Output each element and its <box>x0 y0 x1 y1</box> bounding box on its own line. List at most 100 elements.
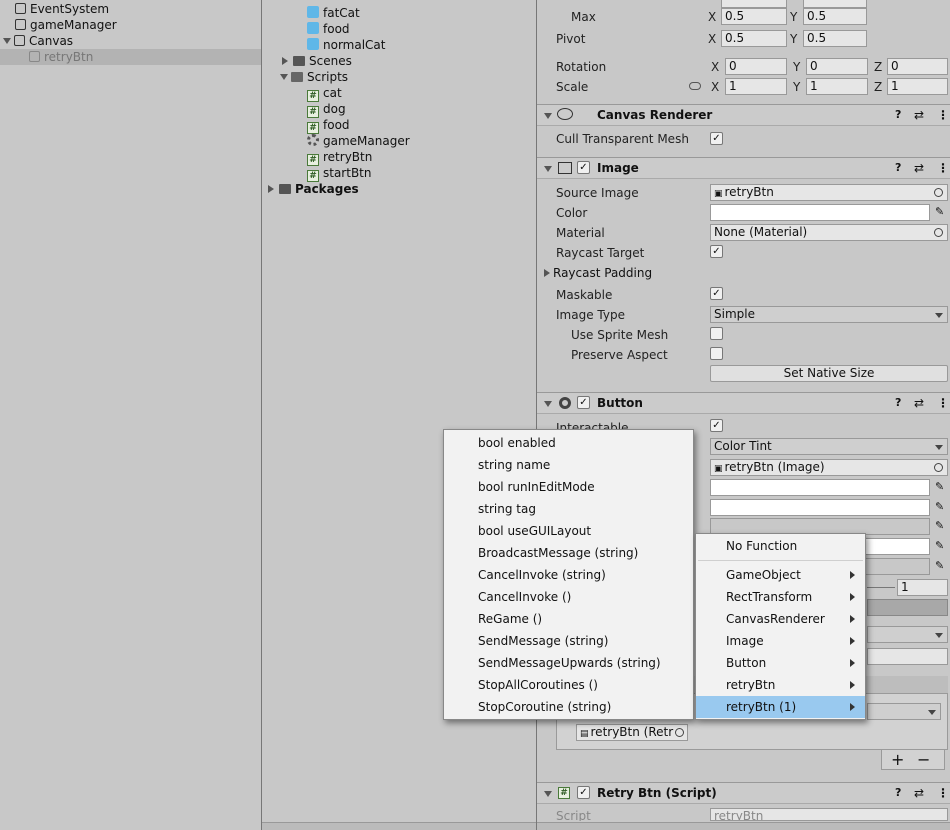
hierarchy-item-eventsystem[interactable]: EventSystem <box>0 1 261 17</box>
raycast-target-checkbox[interactable]: ✓ <box>710 245 723 258</box>
multiplier-slider[interactable] <box>867 587 895 588</box>
more-icon[interactable]: ⋮ <box>937 393 949 413</box>
scale-x-field[interactable]: 1 <box>725 78 787 95</box>
function-dropdown[interactable] <box>867 703 941 720</box>
expand-arrow-icon[interactable] <box>268 185 274 193</box>
method-item-string-name[interactable]: string name <box>478 454 550 476</box>
project-item-dog[interactable]: # dog <box>307 101 346 118</box>
rotation-z-field[interactable]: 0 <box>887 58 948 75</box>
preset-icon[interactable]: ⇄ <box>914 105 924 125</box>
source-image-field[interactable]: ▣ retryBtn <box>710 184 948 201</box>
pivot-x-field[interactable]: 0.5 <box>721 30 787 47</box>
method-item-stop-all-coroutines[interactable]: StopAllCoroutines () <box>478 674 598 696</box>
canvas-renderer-header[interactable]: Canvas Renderer ? ⇄ ⋮ <box>537 104 950 126</box>
rotation-y-field[interactable]: 0 <box>806 58 868 75</box>
function-item-retrybtn-1[interactable]: retryBtn (1) <box>696 696 865 718</box>
object-picker-icon[interactable] <box>934 188 943 197</box>
remove-listener-button[interactable]: − <box>917 751 930 769</box>
project-folder-scenes[interactable]: Scenes <box>282 53 352 69</box>
image-header[interactable]: ✓ Image ? ⇄ ⋮ <box>537 157 950 179</box>
method-item-regame[interactable]: ReGame () <box>478 608 542 630</box>
function-item-image[interactable]: Image <box>696 630 865 652</box>
onclick-object-field[interactable]: ▤ retryBtn (Retr <box>576 724 688 741</box>
project-item-normalcat[interactable]: normalCat <box>307 37 385 53</box>
project-item-startbtn[interactable]: # startBtn <box>307 165 372 182</box>
material-field[interactable]: None (Material) <box>710 224 948 241</box>
set-native-size-button[interactable]: Set Native Size <box>710 365 948 382</box>
hierarchy-item-canvas[interactable]: Canvas <box>0 33 261 49</box>
help-icon[interactable]: ? <box>895 158 901 178</box>
project-folder-packages[interactable]: Packages <box>268 181 359 197</box>
pivot-y-field[interactable]: 0.5 <box>803 30 867 47</box>
expand-arrow-icon[interactable] <box>280 74 288 80</box>
hierarchy-item-retrybtn[interactable]: retryBtn <box>0 49 261 65</box>
project-item-fatcat[interactable]: fatCat <box>307 5 360 21</box>
min-y-field[interactable] <box>803 0 867 8</box>
collapse-arrow-icon[interactable] <box>544 401 552 407</box>
rotation-x-field[interactable]: 0 <box>725 58 787 75</box>
project-item-gamemanager[interactable]: gameManager <box>307 133 410 149</box>
function-item-retrybtn[interactable]: retryBtn <box>696 674 865 696</box>
script-enabled-checkbox[interactable]: ✓ <box>577 786 590 799</box>
color-swatch[interactable] <box>710 204 930 221</box>
method-item-stop-coroutine[interactable]: StopCoroutine (string) <box>478 696 611 718</box>
image-type-dropdown[interactable]: Simple <box>710 306 948 323</box>
function-item-button[interactable]: Button <box>696 652 865 674</box>
constrain-link-icon[interactable] <box>689 82 701 90</box>
highlighted-color-swatch[interactable] <box>710 499 930 516</box>
preserve-aspect-checkbox[interactable] <box>710 347 723 360</box>
function-item-gameobject[interactable]: GameObject <box>696 564 865 586</box>
retry-script-header[interactable]: # ✓ Retry Btn (Script) ? ⇄ ⋮ <box>537 782 950 804</box>
method-item-string-tag[interactable]: string tag <box>478 498 536 520</box>
hierarchy-item-gamemanager[interactable]: gameManager <box>0 17 261 33</box>
help-icon[interactable]: ? <box>895 105 901 125</box>
help-icon[interactable]: ? <box>895 783 901 803</box>
normal-color-swatch[interactable] <box>710 479 930 496</box>
scale-z-field[interactable]: 1 <box>887 78 948 95</box>
more-icon[interactable]: ⋮ <box>937 105 949 125</box>
project-item-food-script[interactable]: # food <box>307 117 350 134</box>
eyedropper-icon[interactable]: ✎ <box>935 205 944 218</box>
preset-icon[interactable]: ⇄ <box>914 158 924 178</box>
collapse-arrow-icon[interactable] <box>544 791 552 797</box>
max-x-field[interactable]: 0.5 <box>721 8 787 25</box>
method-item-broadcast-message[interactable]: BroadcastMessage (string) <box>478 542 638 564</box>
button-component-header[interactable]: ✓ Button ? ⇄ ⋮ <box>537 392 950 414</box>
eyedropper-icon[interactable]: ✎ <box>935 480 944 493</box>
cull-checkbox[interactable]: ✓ <box>710 132 723 145</box>
method-item-send-message[interactable]: SendMessage (string) <box>478 630 608 652</box>
interactable-checkbox[interactable]: ✓ <box>710 419 723 432</box>
more-icon[interactable]: ⋮ <box>937 783 949 803</box>
multiplier-field[interactable]: 1 <box>897 579 948 596</box>
function-item-canvasrenderer[interactable]: CanvasRenderer <box>696 608 865 630</box>
method-item-cancel-invoke-string[interactable]: CancelInvoke (string) <box>478 564 606 586</box>
max-y-field[interactable]: 0.5 <box>803 8 867 25</box>
object-picker-icon[interactable] <box>934 463 943 472</box>
navigation-dropdown[interactable] <box>867 626 948 643</box>
target-graphic-field[interactable]: ▣ retryBtn (Image) <box>710 459 948 476</box>
function-item-recttransform[interactable]: RectTransform <box>696 586 865 608</box>
visualize-button[interactable] <box>867 648 948 665</box>
project-item-retrybtn[interactable]: # retryBtn <box>307 149 372 166</box>
project-folder-scripts[interactable]: Scripts <box>280 69 348 85</box>
project-item-cat[interactable]: # cat <box>307 85 342 102</box>
scale-y-field[interactable]: 1 <box>806 78 868 95</box>
expand-arrow-icon[interactable] <box>3 38 11 44</box>
method-item-bool-enabled[interactable]: bool enabled <box>478 432 556 454</box>
more-icon[interactable]: ⋮ <box>937 158 949 178</box>
collapse-arrow-icon[interactable] <box>544 166 552 172</box>
method-item-cancel-invoke[interactable]: CancelInvoke () <box>478 586 571 608</box>
collapse-arrow-icon[interactable] <box>544 113 552 119</box>
navigation-field[interactable] <box>867 599 948 616</box>
object-picker-icon[interactable] <box>934 228 943 237</box>
method-item-run-in-edit-mode[interactable]: bool runInEditMode <box>478 476 595 498</box>
image-enabled-checkbox[interactable]: ✓ <box>577 161 590 174</box>
eyedropper-icon[interactable]: ✎ <box>935 539 944 552</box>
method-item-send-message-upwards[interactable]: SendMessageUpwards (string) <box>478 652 661 674</box>
raycast-padding-foldout[interactable]: Raycast Padding <box>544 265 652 281</box>
min-x-field[interactable] <box>721 0 787 8</box>
project-item-food-prefab[interactable]: food <box>307 21 350 37</box>
add-listener-button[interactable]: + <box>891 751 904 769</box>
object-picker-icon[interactable] <box>675 728 684 737</box>
method-item-use-gui-layout[interactable]: bool useGUILayout <box>478 520 591 542</box>
